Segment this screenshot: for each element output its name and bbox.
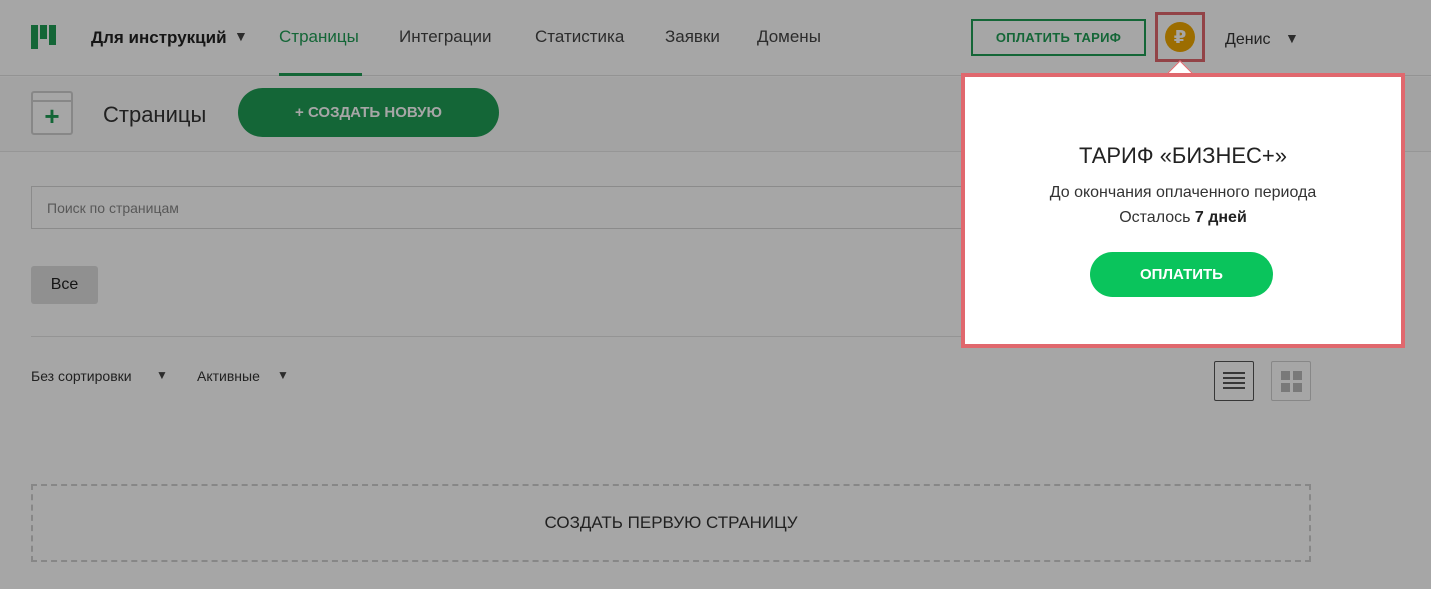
tariff-remaining-text: Осталось 7 дней — [965, 209, 1401, 227]
remaining-days: 7 дней — [1194, 209, 1247, 226]
page: Для инструкций ▼ Страницы Интеграции Ста… — [0, 0, 1431, 589]
pay-button[interactable]: ОПЛАТИТЬ — [1090, 252, 1273, 297]
remaining-prefix: Осталось — [1119, 209, 1195, 226]
tariff-title: ТАРИФ «БИЗНЕС+» — [1078, 143, 1287, 168]
tariff-popup: ТАРИФ «БИЗНЕС+» До окончания оплаченного… — [961, 73, 1405, 348]
tariff-period-text: До окончания оплаченного периода — [1049, 184, 1317, 201]
